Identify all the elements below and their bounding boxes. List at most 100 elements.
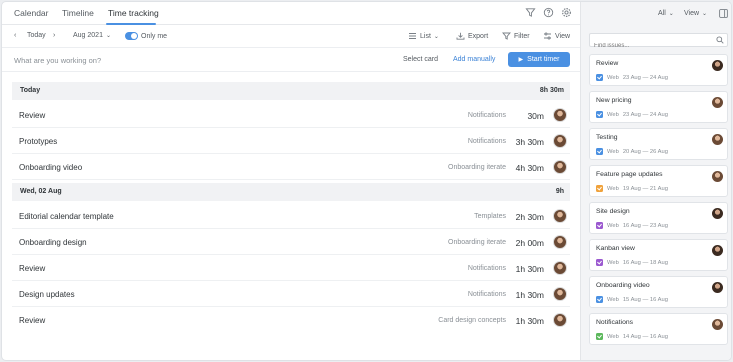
issue-card[interactable]: Testing Web 20 Aug — 26 Aug	[589, 128, 728, 160]
sidebar-view-dropdown[interactable]: View ⌄	[684, 10, 707, 17]
day-group-title: Wed, 02 Aug	[20, 188, 62, 195]
issue-card[interactable]: Review Web 23 Aug — 24 Aug	[589, 54, 728, 86]
issue-meta: Web 23 Aug — 24 Aug	[596, 111, 668, 118]
export-label: Export	[468, 32, 489, 40]
issue-title: Kanban view	[596, 245, 635, 252]
filter-icon[interactable]	[525, 7, 536, 18]
bookmark-badge-icon	[596, 333, 603, 340]
time-entry-row[interactable]: Review Card design concepts 1h 30m	[12, 307, 570, 333]
time-entry-row[interactable]: Review Notifications 1h 30m	[12, 255, 570, 281]
issue-meta: Web 15 Aug — 16 Aug	[596, 296, 668, 303]
view-button[interactable]: View	[543, 32, 570, 40]
tab-time-tracking[interactable]: Time tracking	[108, 8, 159, 18]
issue-dates: 23 Aug — 24 Aug	[622, 74, 668, 81]
issue-card[interactable]: New pricing Web 23 Aug — 24 Aug	[589, 91, 728, 123]
avatar	[553, 160, 567, 174]
help-icon[interactable]	[543, 7, 554, 18]
entry-title: Prototypes	[19, 137, 58, 146]
issue-dates: 16 Aug — 18 Aug	[622, 259, 668, 266]
gear-icon[interactable]	[561, 7, 572, 18]
avatar	[553, 134, 567, 148]
view-label: View	[555, 32, 571, 40]
play-icon: ▶	[518, 57, 524, 63]
issue-meta: Web 20 Aug — 26 Aug	[596, 148, 668, 155]
avatar	[553, 209, 567, 223]
app-window: Calendar Timeline Time tracking ‹ Today …	[1, 1, 732, 361]
tab-calendar[interactable]: Calendar	[14, 8, 49, 18]
issue-card[interactable]: Feature page updates Web 19 Aug — 21 Aug	[589, 165, 728, 197]
issue-meta: Web 14 Aug — 16 Aug	[596, 333, 668, 340]
issue-tag: Web	[607, 296, 619, 303]
story-badge-icon	[596, 222, 603, 229]
entry-title: Onboarding design	[19, 238, 87, 247]
add-manually-link[interactable]: Add manually	[453, 56, 495, 63]
issue-card[interactable]: Onboarding video Web 15 Aug — 16 Aug	[589, 276, 728, 308]
issue-dates: 16 Aug — 23 Aug	[622, 222, 668, 229]
entry-title: Review	[19, 316, 46, 325]
sidebar-view-label: View	[684, 10, 700, 17]
entry-project: Notifications	[467, 112, 506, 119]
time-entry-row[interactable]: Design updates Notifications 1h 30m	[12, 281, 570, 307]
list-dropdown[interactable]: List ⌄	[408, 32, 439, 40]
search-icon	[716, 36, 724, 44]
entry-title: Review	[19, 264, 46, 273]
check-badge-icon	[596, 296, 603, 303]
day-group-total: 9h	[555, 188, 564, 195]
time-entry-row[interactable]: Editorial calendar template Templates 2h…	[12, 203, 570, 229]
time-entry-row[interactable]: Review Notifications 30m	[12, 102, 570, 128]
time-entry-row[interactable]: Onboarding video Onboarding iterate 4h 3…	[12, 154, 570, 180]
only-me-label: Only me	[141, 32, 168, 40]
issue-title: Review	[596, 60, 619, 67]
issue-meta: Web 16 Aug — 18 Aug	[596, 259, 668, 266]
entry-title: Review	[19, 111, 46, 120]
scope-label: All	[658, 10, 666, 17]
sidebar-toolbar: All ⌄ View ⌄	[581, 2, 731, 26]
issue-card[interactable]: Site design Web 16 Aug — 23 Aug	[589, 202, 728, 234]
check-badge-icon	[596, 148, 603, 155]
scope-dropdown[interactable]: All ⌄	[658, 10, 674, 17]
avatar	[712, 319, 723, 330]
avatar	[712, 208, 723, 219]
issue-card[interactable]: Kanban view Web 16 Aug — 18 Aug	[589, 239, 728, 271]
avatar	[553, 313, 567, 327]
exclamation-badge-icon	[596, 185, 603, 192]
avatar	[553, 287, 567, 301]
entry-project: Card design concepts	[438, 317, 506, 324]
chevron-down-icon: ⌄	[433, 33, 439, 40]
issue-title: Site design	[596, 208, 630, 215]
filter-button[interactable]: Filter	[502, 32, 530, 40]
select-card-button[interactable]: Select card	[403, 56, 438, 63]
start-timer-button[interactable]: ▶ Start timer	[508, 52, 570, 67]
next-period-button[interactable]: ›	[53, 32, 55, 39]
entry-title: Onboarding video	[19, 163, 83, 172]
tab-bar: Calendar Timeline Time tracking	[2, 2, 580, 25]
entry-duration: 1h 30m	[515, 290, 544, 300]
prev-period-button[interactable]: ‹	[14, 32, 16, 39]
entry-duration: 30m	[527, 111, 544, 121]
only-me-toggle[interactable]: Only me	[125, 32, 167, 40]
tab-timeline[interactable]: Timeline	[62, 8, 94, 18]
issue-tag: Web	[607, 148, 619, 155]
panel-layout-icon[interactable]	[719, 9, 728, 18]
task-description-input[interactable]: What are you working on?	[14, 56, 101, 65]
month-dropdown[interactable]: Aug 2021 ⌄	[73, 32, 111, 39]
chevron-down-icon: ⌄	[668, 11, 674, 17]
time-entry-row[interactable]: Onboarding design Onboarding iterate 2h …	[12, 229, 570, 255]
issue-title: Feature page updates	[596, 171, 663, 178]
export-button[interactable]: Export	[456, 32, 488, 40]
today-button[interactable]: Today	[27, 32, 46, 39]
time-entry-row[interactable]: Prototypes Notifications 3h 30m	[12, 128, 570, 154]
entry-duration: 3h 30m	[515, 137, 544, 147]
issue-card[interactable]: Notifications Web 14 Aug — 16 Aug	[589, 313, 728, 345]
issue-dates: 19 Aug — 21 Aug	[622, 185, 668, 192]
issue-tag: Web	[607, 185, 619, 192]
entry-project: Onboarding iterate	[448, 239, 506, 246]
issue-title: Onboarding video	[596, 282, 650, 289]
time-entry-bar: What are you working on? Select card Add…	[2, 47, 580, 72]
issue-search-input[interactable]	[590, 40, 710, 52]
issue-search[interactable]	[589, 33, 728, 52]
story-badge-icon	[596, 259, 603, 266]
avatar	[712, 60, 723, 71]
issue-dates: 14 Aug — 16 Aug	[622, 333, 668, 340]
start-timer-label: Start timer	[527, 56, 560, 63]
